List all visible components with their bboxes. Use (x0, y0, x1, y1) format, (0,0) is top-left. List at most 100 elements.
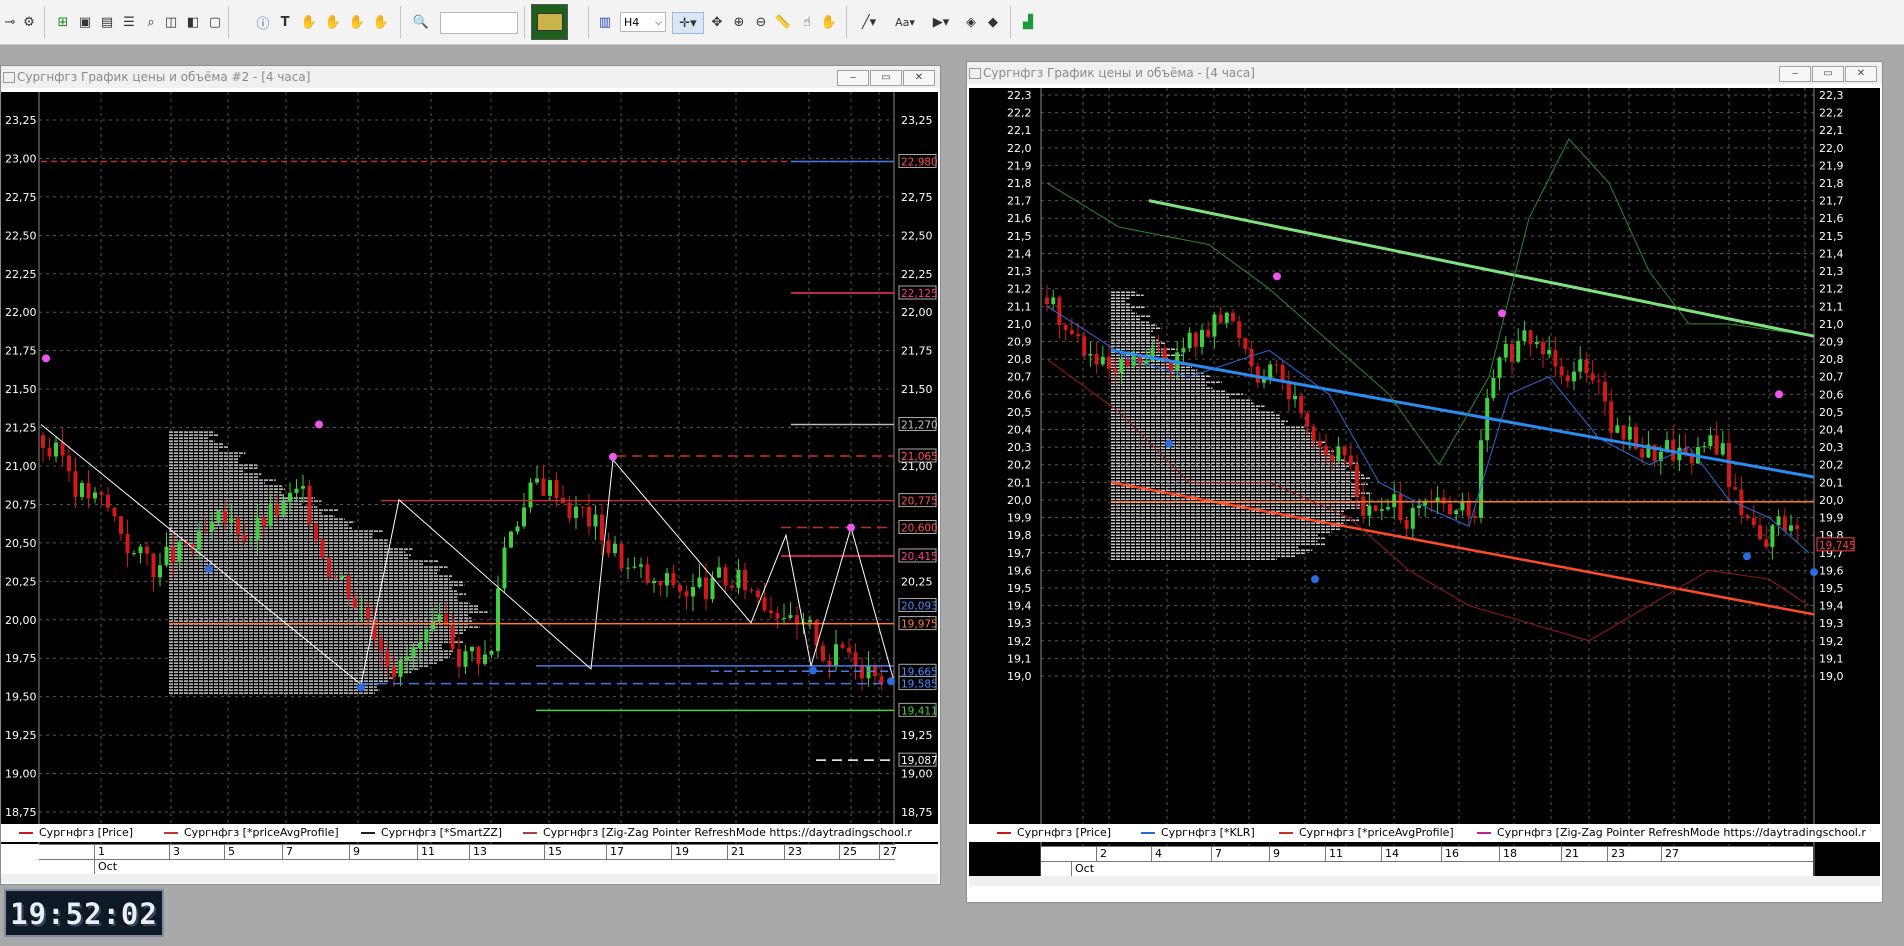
y-tick-label: 19,1 (1007, 652, 1032, 665)
maximize-button[interactable]: ▭ (1812, 66, 1844, 82)
bars-icon[interactable]: ▥ (596, 12, 614, 32)
zoom-in-icon[interactable]: ⊕ (730, 12, 748, 32)
maximize-button[interactable]: ▭ (870, 70, 902, 86)
chart-window-icon[interactable]: ◧ (184, 12, 202, 32)
close-button[interactable]: ✕ (1845, 66, 1877, 82)
y-tick-label: 19,3 (1007, 617, 1032, 630)
x-tick-label: 2 (1096, 847, 1107, 861)
hand-icon[interactable]: ✋ (324, 12, 342, 32)
price-tag-label: 19,087 (901, 755, 938, 767)
chart-window-icon[interactable]: ▤ (98, 12, 116, 32)
candle-body (587, 507, 591, 527)
candle-body (249, 539, 253, 541)
hand-icon[interactable]: ☝ (798, 12, 816, 32)
candle-body (1720, 443, 1725, 455)
price-tag-label: 19,975 (901, 619, 938, 631)
legend-item-price-avg-profile[interactable]: Сургнфгз [*priceAvgProfile] (164, 824, 339, 842)
legend-item-price[interactable]: Сургнфгз [Price] (997, 824, 1111, 842)
candle-body (1596, 380, 1601, 382)
candle-body (203, 530, 208, 532)
candle-body (281, 501, 286, 515)
hand-icon[interactable]: ✋ (348, 12, 366, 32)
chart-canvas[interactable]: 22,3 22,3 22,2 22,2 22,1 22,1 22,0 22,0 21,9 21,9… (969, 88, 1880, 882)
candle-body (554, 480, 559, 498)
move-icon[interactable]: ✥ (708, 12, 726, 32)
candle-body (1255, 366, 1260, 383)
y-tick-label: 19,4 (1007, 600, 1032, 613)
candle-body (1317, 441, 1322, 446)
connect-icon[interactable]: ⊸ (2, 12, 18, 32)
minimize-button[interactable]: ‒ (837, 70, 869, 86)
candle-body (821, 645, 825, 661)
candle-body (1404, 519, 1409, 529)
price-tag-label: 20,600 (901, 523, 938, 535)
horizontal-scrollbar[interactable] (1, 874, 938, 883)
alert-icon[interactable]: ⓘ (254, 12, 272, 32)
y-tick-label-right: 19,25 (901, 729, 933, 742)
indicator-icon[interactable]: ▟ (1018, 12, 1038, 32)
ruler-icon[interactable]: 📏 (774, 12, 792, 32)
active-chart-thumbnail[interactable] (531, 4, 568, 40)
pan-icon[interactable]: ✋ (820, 12, 838, 32)
candle-body (1181, 348, 1186, 353)
candle-body (834, 644, 838, 666)
search-icon[interactable]: 🔍 (412, 12, 430, 32)
close-button[interactable]: ✕ (903, 70, 935, 86)
candle-body (1547, 350, 1552, 355)
chart-window-icon[interactable]: ▢ (206, 12, 224, 32)
legend-item-zigzag[interactable]: Сургнфгз [Zig-Zag Pointer RefreshMode ht… (523, 824, 912, 842)
line-tool-icon[interactable]: ╱▾ (854, 12, 884, 32)
candle-body (775, 613, 780, 619)
chart-window-icon[interactable]: ▣ (76, 12, 94, 32)
legend-item-smartzz[interactable]: Сургнфгз [*SmartZZ] (361, 824, 502, 842)
candle-body (1280, 364, 1285, 382)
y-tick-label: 19,50 (5, 691, 37, 704)
candle-body (1491, 377, 1496, 398)
candle-body (1212, 314, 1217, 337)
candle-body (1348, 455, 1353, 466)
y-tick-label: 21,5 (1007, 230, 1032, 243)
chart-window-icon[interactable]: ◫ (162, 12, 180, 32)
hand-icon[interactable]: ✋ (300, 12, 318, 32)
text-tool-icon[interactable]: T (276, 12, 294, 32)
eye-icon[interactable]: ◈ (962, 12, 980, 32)
price-volume-chart[interactable]: 22,3 22,3 22,2 22,2 22,1 22,1 22,0 22,0 21,9 21,9… (969, 88, 1880, 882)
instruments-icon[interactable]: ⚙ (20, 12, 38, 32)
search-input[interactable] (440, 12, 518, 34)
candle-body (1733, 487, 1738, 490)
zoom-chart-icon[interactable]: ⌕ (142, 12, 160, 32)
legend-item-price-avg-profile[interactable]: Сургнфгз [*priceAvgProfile] (1279, 824, 1454, 842)
candle-body (1398, 494, 1403, 520)
zigzag-pivot-marker (205, 565, 213, 574)
candle-body (691, 587, 695, 597)
main-toolbar: ⊸ ⚙ ⊞ ▣ ▤ ☰ ⌕ ◫ ◧ ▢ ⓘ T ✋ ✋ ✋ ✋ 🔍 ▥ H4 ⌵ … (0, 0, 1904, 45)
candle-body (1076, 334, 1080, 337)
zoom-out-icon[interactable]: ⊖ (752, 12, 770, 32)
candle-body (1293, 395, 1297, 400)
pointer-icon[interactable]: ▶▾ (926, 12, 956, 32)
y-tick-label-right: 19,1 (1819, 652, 1844, 665)
candle-body (483, 654, 487, 664)
table-icon[interactable]: ☰ (120, 12, 138, 32)
legend-item-price[interactable]: Сургнфгз [Price] (19, 824, 133, 842)
y-tick-label-right: 20,5 (1819, 406, 1844, 419)
y-tick-label-right: 21,50 (901, 383, 933, 396)
candle-body (1268, 364, 1273, 380)
minimize-button[interactable]: ‒ (1779, 66, 1811, 82)
legend-item-klr[interactable]: Сургнфгз [*KLR] (1141, 824, 1255, 842)
horizontal-scrollbar[interactable] (969, 876, 1880, 886)
font-icon[interactable]: Aa▾ (890, 12, 920, 32)
add-chart-icon[interactable]: ⊞ (54, 12, 72, 32)
crosshair-icon[interactable]: ✛▾ (672, 12, 704, 34)
y-tick-label: 21,3 (1007, 265, 1032, 278)
timeframe-select[interactable]: H4 ⌵ (620, 12, 666, 32)
price-volume-chart[interactable]: 23,25 23,00 22,75 22,50 22,25 22,00 21,75 21,50… (1, 92, 938, 844)
candle-body (1776, 516, 1781, 526)
hand-icon[interactable]: ✋ (372, 12, 390, 32)
chart-canvas[interactable]: 23,25 23,00 22,75 22,50 22,25 22,00 21,75 21,50… (1, 92, 938, 844)
layers-icon[interactable]: ◆ (984, 12, 1002, 32)
candle-body (86, 482, 91, 499)
candle-body (1069, 329, 1074, 335)
candle-body (665, 573, 669, 586)
legend-item-zigzag[interactable]: Сургнфгз [Zig-Zag Pointer RefreshMode ht… (1477, 824, 1866, 842)
